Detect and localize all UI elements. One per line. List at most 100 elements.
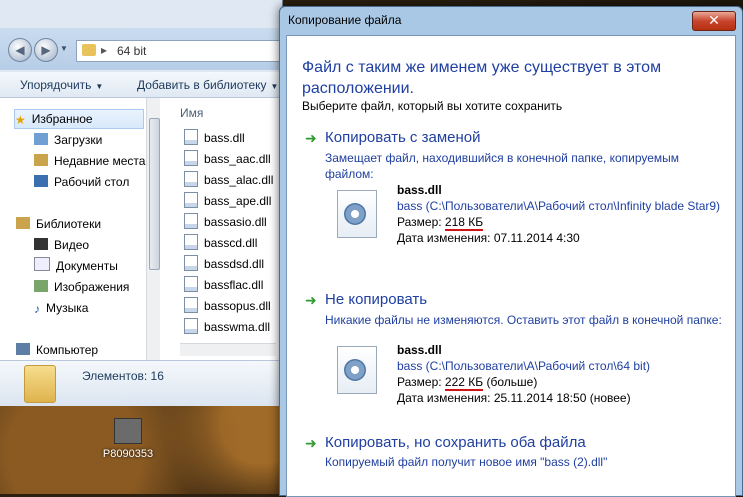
gear-icon bbox=[344, 203, 366, 225]
arrow-right-icon: ➜ bbox=[305, 435, 317, 451]
arrow-right-icon: ➜ bbox=[305, 292, 317, 308]
file-list-item[interactable]: bassopus.dll bbox=[184, 297, 271, 315]
file-path: bass (C:\Пользователи\A\Рабочий стол\64 … bbox=[397, 359, 651, 373]
downloads-icon bbox=[34, 133, 48, 145]
nav-label: Компьютер bbox=[36, 343, 99, 357]
nav-item-pictures[interactable]: Изображения bbox=[34, 278, 129, 296]
nav-label: Избранное bbox=[31, 112, 93, 126]
nav-item-favorites[interactable]: ★ Избранное bbox=[14, 109, 144, 129]
folder-icon bbox=[24, 365, 56, 403]
library-icon bbox=[16, 217, 30, 229]
forward-button[interactable]: ▶ bbox=[34, 38, 58, 62]
image-file-icon bbox=[114, 418, 142, 444]
dialog-subtext: Выберите файл, который вы хотите сохрани… bbox=[302, 99, 563, 113]
nav-item-downloads[interactable]: Загрузки bbox=[34, 131, 102, 149]
file-size: Размер: 218 КБ bbox=[397, 214, 727, 231]
back-button[interactable]: ◀ bbox=[8, 38, 32, 62]
dialog-heading: Файл с таким же именем уже существует в … bbox=[302, 59, 662, 97]
nav-item-desktop[interactable]: Рабочий стол bbox=[34, 173, 129, 191]
file-list-item[interactable]: bass_aac.dll bbox=[184, 150, 271, 168]
chevron-down-icon: ▼ bbox=[95, 82, 104, 91]
dll-file-icon bbox=[184, 276, 198, 292]
horizontal-scrollbar[interactable] bbox=[180, 343, 276, 356]
file-list-item[interactable]: bassflac.dll bbox=[184, 276, 263, 294]
option-keep-both-desc: Копируемый файл получит новое имя "bass … bbox=[325, 455, 608, 469]
file-list-item[interactable]: basscd.dll bbox=[184, 234, 257, 252]
organize-label: Упорядочить bbox=[20, 78, 92, 92]
nav-item-video[interactable]: Видео bbox=[34, 236, 89, 254]
option-copy-replace[interactable]: Копировать с заменой bbox=[325, 129, 480, 146]
folder-icon bbox=[82, 44, 96, 56]
file-name: bass.dll bbox=[397, 183, 442, 197]
nav-item-computer[interactable]: Компьютер bbox=[16, 341, 98, 359]
address-bar[interactable]: ▸ 64 bit bbox=[76, 40, 284, 62]
dialog-body: Файл с таким же именем уже существует в … bbox=[286, 35, 736, 497]
pictures-icon bbox=[34, 280, 48, 292]
scrollbar-thumb[interactable] bbox=[149, 118, 160, 270]
computer-icon bbox=[16, 343, 30, 355]
copy-file-dialog: Копирование файла ✕ Файл с таким же имен… bbox=[279, 6, 743, 497]
dll-file-icon bbox=[184, 192, 198, 208]
dll-file-icon bbox=[184, 129, 198, 145]
size-note: (больше) bbox=[483, 375, 538, 389]
item-count: Элементов: 16 bbox=[82, 369, 164, 383]
file-size: Размер: 222 КБ (больше) bbox=[397, 374, 727, 391]
dll-file-icon bbox=[184, 255, 198, 271]
nav-label: Музыка bbox=[46, 301, 89, 315]
destination-file-info: bass.dll bass (C:\Пользователи\A\Рабочий… bbox=[397, 342, 727, 406]
source-file-info: bass.dll bass (C:\Пользователи\A\Рабочий… bbox=[397, 182, 727, 246]
star-icon: ★ bbox=[15, 113, 26, 127]
dll-file-icon bbox=[184, 213, 198, 229]
add-to-library-button[interactable]: Добавить в библиотеку ▼ bbox=[137, 78, 278, 92]
nav-label: Изображения bbox=[54, 280, 130, 294]
breadcrumb-separator-icon[interactable]: ▸ bbox=[101, 43, 107, 57]
file-list-item[interactable]: bass.dll bbox=[184, 129, 245, 147]
size-label: Размер: bbox=[397, 215, 445, 229]
nav-item-recent[interactable]: Недавние места bbox=[34, 152, 145, 170]
explorer-window: ◀ ▶ ▼ ▸ 64 bit Упорядочить ▼ Добавить в б… bbox=[0, 0, 284, 406]
file-list-item[interactable]: bass_ape.dll bbox=[184, 192, 271, 210]
arrow-right-icon: ➜ bbox=[305, 130, 317, 146]
nav-scrollbar[interactable] bbox=[146, 98, 161, 360]
nav-label: Документы bbox=[56, 259, 118, 273]
option-dont-copy-desc: Никакие файлы не изменяются. Оставить эт… bbox=[325, 313, 722, 327]
dll-file-icon bbox=[184, 234, 198, 250]
size-label: Размер: bbox=[397, 375, 445, 389]
desktop-icon bbox=[34, 175, 48, 187]
file-date: Дата изменения: 25.11.2014 18:50 (новее) bbox=[397, 391, 631, 405]
option-keep-both[interactable]: Копировать, но сохранить оба файла bbox=[325, 434, 586, 451]
desktop-icon[interactable]: P8090353 bbox=[98, 418, 158, 460]
file-name: bass_ape.dll bbox=[204, 194, 272, 208]
file-list-item[interactable]: bassdsd.dll bbox=[184, 255, 264, 273]
file-list-item[interactable]: bassasio.dll bbox=[184, 213, 267, 231]
option-dont-copy[interactable]: Не копировать bbox=[325, 291, 427, 308]
organize-button[interactable]: Упорядочить ▼ bbox=[20, 78, 103, 92]
dll-file-icon bbox=[184, 318, 198, 334]
nav-label: Недавние места bbox=[54, 154, 146, 168]
desktop-icon-label: P8090353 bbox=[102, 448, 154, 460]
file-name: bassflac.dll bbox=[204, 278, 264, 292]
recent-places-icon bbox=[34, 154, 48, 166]
file-name: bassasio.dll bbox=[204, 215, 267, 229]
size-value: 218 КБ bbox=[444, 215, 484, 231]
command-bar: Упорядочить ▼ Добавить в библиотеку ▼ bbox=[0, 72, 282, 98]
recent-pages-icon[interactable]: ▼ bbox=[60, 44, 68, 53]
dll-file-icon bbox=[184, 297, 198, 313]
nav-item-libraries[interactable]: Библиотеки bbox=[16, 215, 101, 233]
nav-item-documents[interactable]: Документы bbox=[34, 257, 118, 275]
file-list-item[interactable]: basswma.dll bbox=[184, 318, 270, 336]
details-pane: Элементов: 16 bbox=[0, 360, 282, 406]
close-button[interactable]: ✕ bbox=[692, 11, 736, 31]
column-header-name[interactable]: Имя bbox=[180, 106, 203, 120]
music-icon: ♪ bbox=[34, 302, 40, 316]
file-list-item[interactable]: bass_alac.dll bbox=[184, 171, 273, 189]
file-path: bass (C:\Пользователи\A\Рабочий стол\Inf… bbox=[397, 199, 721, 213]
nav-item-music[interactable]: ♪ Музыка bbox=[34, 299, 88, 317]
file-name: basscd.dll bbox=[204, 236, 258, 250]
nav-label: Видео bbox=[54, 238, 90, 252]
file-name: bassopus.dll bbox=[204, 299, 271, 313]
file-name: bass_aac.dll bbox=[204, 152, 271, 166]
dll-file-icon bbox=[184, 171, 198, 187]
video-icon bbox=[34, 238, 48, 250]
chevron-down-icon: ▼ bbox=[270, 82, 279, 91]
